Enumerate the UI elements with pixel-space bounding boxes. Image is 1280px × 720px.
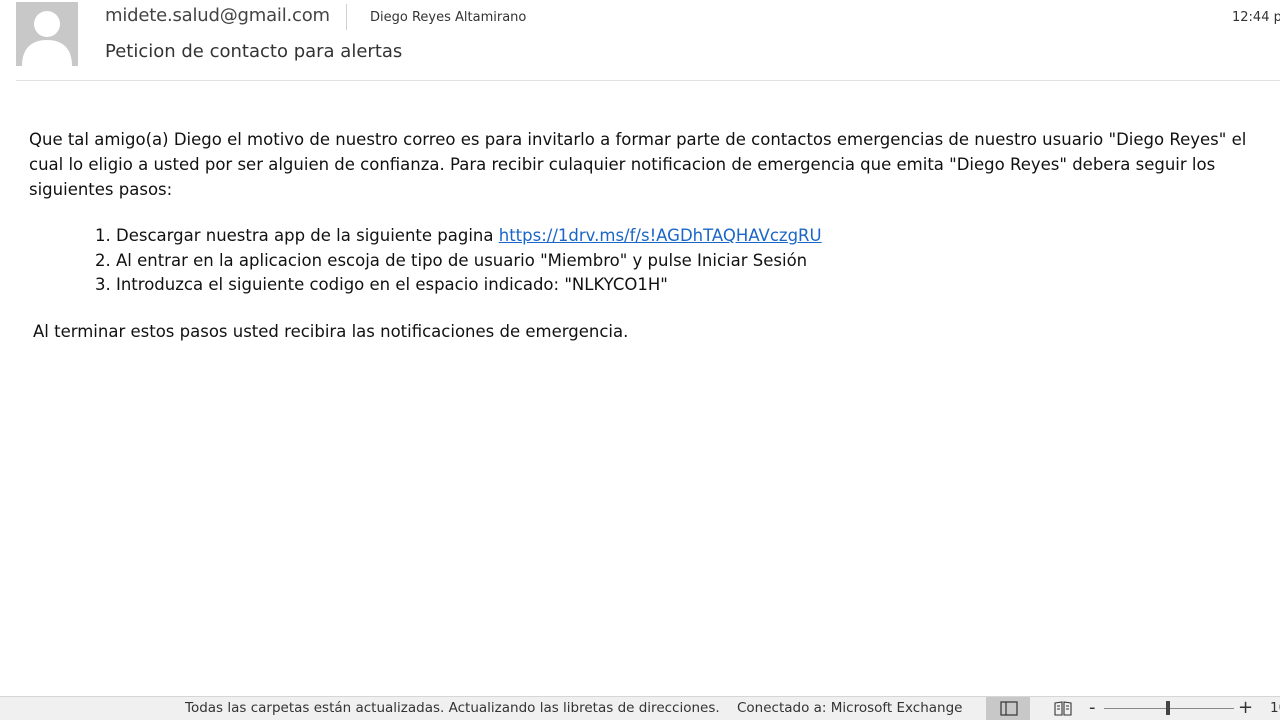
normal-view-icon[interactable] <box>986 697 1030 720</box>
header-separator <box>16 80 1280 81</box>
header-divider <box>346 4 347 30</box>
zoom-level[interactable]: 10 <box>1270 700 1280 716</box>
intro-paragraph: Que tal amigo(a) Diego el motivo de nues… <box>29 130 1247 199</box>
step-1: 1. Descargar nuestra app de la siguiente… <box>95 224 1259 249</box>
message-body: Que tal amigo(a) Diego el motivo de nues… <box>29 127 1259 344</box>
sync-status: Todas las carpetas están actualizadas. A… <box>185 700 720 716</box>
steps-list: 1. Descargar nuestra app de la siguiente… <box>95 224 1259 298</box>
connection-status[interactable]: Conectado a: Microsoft Exchange <box>737 700 962 716</box>
zoom-in-button[interactable]: + <box>1238 697 1253 718</box>
message-header: midete.salud@gmail.com Diego Reyes Altam… <box>0 0 1280 80</box>
zoom-slider-thumb[interactable] <box>1166 701 1170 715</box>
status-bar: Todas las carpetas están actualizadas. A… <box>0 696 1280 720</box>
message-subject: Peticion de contacto para alertas <box>105 41 403 62</box>
zoom-out-button[interactable]: - <box>1089 697 1096 718</box>
step-3: 3. Introduzca el siguiente codigo en el … <box>95 275 668 294</box>
step-1-text: 1. Descargar nuestra app de la siguiente… <box>95 226 499 245</box>
recipient-name[interactable]: Diego Reyes Altamirano <box>370 10 526 25</box>
closing-paragraph: Al terminar estos pasos usted recibira l… <box>33 321 629 341</box>
avatar-person-icon[interactable] <box>16 2 78 66</box>
reading-view-icon[interactable] <box>1040 697 1076 720</box>
download-link[interactable]: https://1drv.ms/f/s!AGDhTAQHAVczgRU <box>499 226 822 245</box>
step-2: 2. Al entrar en la aplicacion escoja de … <box>95 250 808 270</box>
sender-email[interactable]: midete.salud@gmail.com <box>105 5 330 26</box>
received-time: 12:44 p <box>1232 10 1280 25</box>
